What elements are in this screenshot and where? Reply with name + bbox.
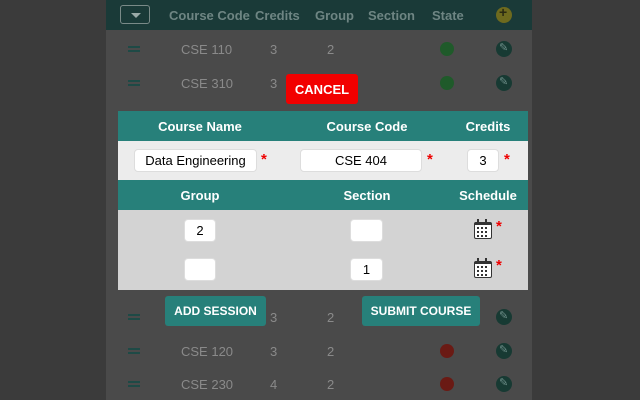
row-credits: 3 (270, 344, 278, 359)
section-input[interactable] (350, 219, 383, 242)
check-icon (440, 76, 454, 90)
row-course-code: CSE 310 (181, 76, 234, 91)
calendar-icon[interactable] (474, 258, 492, 278)
course-input-row: Data Engineering * CSE 404 * 3 * (118, 141, 528, 180)
submit-course-button[interactable]: Submit Course (362, 296, 480, 326)
filter-dropdown[interactable] (120, 5, 150, 24)
required-mark: * (496, 218, 502, 235)
edit-icon[interactable] (496, 41, 512, 57)
check-icon (440, 42, 454, 56)
required-mark: * (496, 257, 502, 274)
credits-header: Credits (465, 119, 511, 134)
header-state: State (432, 8, 464, 23)
required-mark: * (427, 151, 433, 168)
course-code-header: Course Code (326, 119, 408, 134)
drag-handle-icon[interactable] (128, 46, 140, 52)
add-course-icon[interactable] (496, 4, 512, 23)
drag-handle-icon[interactable] (128, 348, 140, 354)
row-credits: 3 (270, 42, 278, 57)
error-icon (440, 377, 454, 391)
drag-handle-icon[interactable] (128, 314, 140, 320)
row-group: 2 (327, 310, 335, 325)
drag-handle-icon[interactable] (128, 381, 140, 387)
table-row: CSE 120 3 2 (106, 335, 532, 367)
row-course-code: CSE 120 (181, 344, 234, 359)
error-icon (440, 344, 454, 358)
course-code-input[interactable]: CSE 404 (300, 149, 422, 172)
add-session-button[interactable]: Add Session (165, 296, 266, 326)
edit-icon[interactable] (496, 376, 512, 392)
table-row: CSE 110 3 2 (106, 33, 532, 65)
course-name-input[interactable]: Data Engineering (134, 149, 257, 172)
row-group: 2 (327, 42, 335, 57)
section-input[interactable]: 1 (350, 258, 383, 281)
cancel-button[interactable]: Cancel (286, 74, 358, 104)
header-credits: Credits (255, 8, 300, 23)
row-credits: 3 (270, 76, 278, 91)
required-mark: * (261, 151, 267, 168)
header-section: Section (368, 8, 415, 23)
required-mark: * (504, 151, 510, 168)
schedule-header: Schedule (459, 188, 517, 203)
group-input[interactable] (184, 258, 216, 281)
row-credits: 3 (270, 310, 278, 325)
session-rows: 2 * 1 * (118, 210, 528, 290)
row-credits: 4 (270, 377, 278, 392)
drag-handle-icon[interactable] (128, 80, 140, 86)
row-group: 2 (327, 377, 335, 392)
add-course-form: Course Name Course Code Credits Data Eng… (118, 111, 528, 290)
credits-input[interactable]: 3 (467, 149, 499, 172)
group-header: Group (180, 188, 220, 203)
table-row: CSE 230 4 2 (106, 368, 532, 400)
header-group: Group (315, 8, 354, 23)
session-header-row: Group Section Schedule (118, 180, 528, 210)
row-group: 2 (327, 344, 335, 359)
edit-icon[interactable] (496, 343, 512, 359)
row-course-code: CSE 110 (181, 42, 233, 57)
course-header-row: Course Name Course Code Credits (118, 111, 528, 141)
row-course-code: CSE 230 (181, 377, 234, 392)
calendar-icon[interactable] (474, 219, 492, 239)
edit-icon[interactable] (496, 75, 512, 91)
header-course-code: Course Code (169, 8, 250, 23)
edit-icon[interactable] (496, 309, 512, 325)
course-name-header: Course Name (158, 119, 242, 134)
table-header: Course Code Credits Group Section State (106, 0, 532, 30)
section-header: Section (343, 188, 391, 203)
group-input[interactable]: 2 (184, 219, 216, 242)
